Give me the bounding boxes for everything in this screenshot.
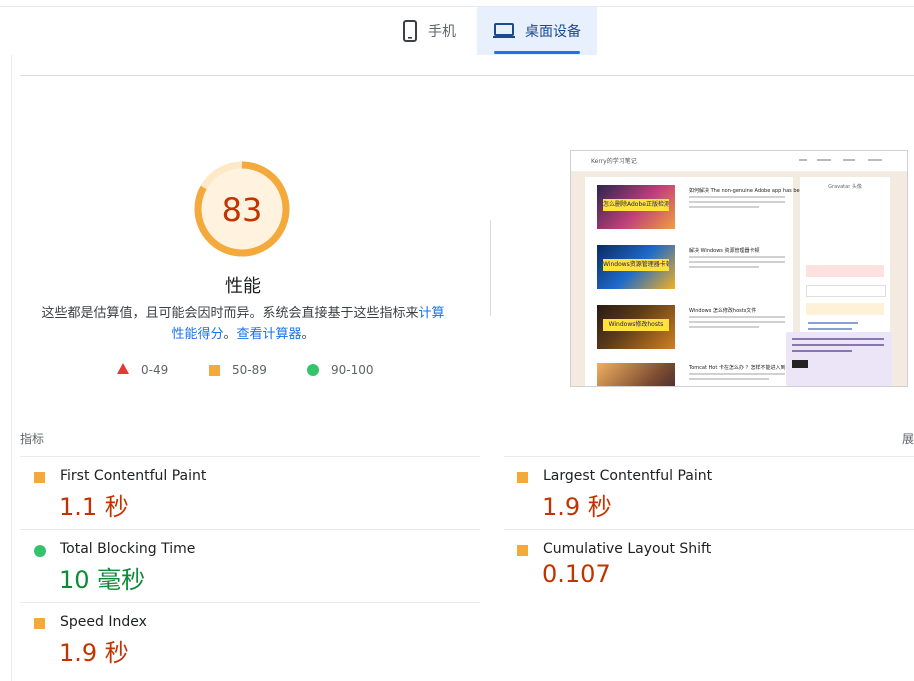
metric-first-contentful-paint: First Contentful Paint 1.1 秒 <box>20 457 470 529</box>
square-icon <box>34 472 45 483</box>
legend-average-range: 50-89 <box>232 363 267 377</box>
post-text-line <box>689 256 785 258</box>
laptop-icon <box>493 23 515 39</box>
cookie-text-line <box>792 350 852 352</box>
metric-name: Speed Index <box>60 614 147 630</box>
sidebar-link <box>808 322 858 324</box>
screenshot-nav-item <box>843 159 855 161</box>
description-mid: 。 <box>223 327 237 342</box>
post-thumbnail: Windows修改hosts <box>597 305 675 349</box>
post-thumbnail: 怎么删除Adobe正版检测服务 <box>597 185 675 229</box>
metric-total-blocking-time: Total Blocking Time 10 毫秒 <box>20 530 470 602</box>
metric-cumulative-layout-shift: Cumulative Layout Shift 0.107 <box>503 530 914 602</box>
left-rule <box>11 55 12 681</box>
screenshot-nav-item <box>799 159 807 161</box>
post-text-line <box>689 206 759 208</box>
metric-value: 10 毫秒 <box>59 566 146 594</box>
post-thumbnail: Windows资源管理器卡顿 <box>597 245 675 289</box>
post-thumbnail <box>597 363 675 386</box>
view-calculator-link[interactable]: 查看计算器 <box>237 327 302 342</box>
post-title: 解决 Windows 资源管理器卡顿 <box>689 248 760 254</box>
post-text-line <box>689 266 759 268</box>
square-icon <box>209 364 220 376</box>
triangle-icon <box>117 363 129 377</box>
metric-value: 0.107 <box>542 560 611 588</box>
legend-fail-range: 0-49 <box>141 363 169 377</box>
post-title: Windows 怎么修改hosts文件 <box>689 308 757 314</box>
post-text-line <box>689 201 785 203</box>
final-screenshot[interactable]: Kerry的学习笔记 怎么删除Adobe正版检测服务 如何解决 The non-… <box>570 150 908 387</box>
square-icon <box>517 545 528 556</box>
performance-description: 这些都是估算值，且可能会因时而异。系统会直接基于这些指标来计算性能得分。查看计算… <box>40 303 446 345</box>
metric-name: First Contentful Paint <box>60 468 207 484</box>
post-text-line <box>689 378 769 380</box>
screenshot-nav-item <box>817 159 831 161</box>
performance-score: 83 <box>221 191 263 229</box>
screenshot-brand: Kerry的学习笔记 <box>591 158 637 165</box>
metric-value: 1.1 秒 <box>59 493 129 521</box>
post-title: Tomcat Hot 卡在怎么办 ？怎样不能进入到... <box>689 365 791 371</box>
post-text-line <box>689 316 785 318</box>
tab-desktop[interactable]: 桌面设备 <box>477 7 597 55</box>
tab-mobile-label: 手机 <box>428 24 456 40</box>
screenshot-nav-item <box>868 159 882 161</box>
metric-largest-contentful-paint: Largest Contentful Paint 1.9 秒 <box>503 457 914 529</box>
legend-pass: 90-100 <box>307 363 374 377</box>
post-text-line <box>689 326 759 328</box>
post-text-line <box>689 196 785 198</box>
metrics-section-label: 指标 <box>20 432 45 446</box>
vertical-divider <box>490 220 491 316</box>
cookie-text-line <box>792 344 884 346</box>
metric-name: Cumulative Layout Shift <box>543 541 712 557</box>
tab-mobile[interactable]: 手机 <box>402 7 456 55</box>
device-tabs: 手机 桌面设备 <box>0 7 914 55</box>
sidebar-widget <box>806 265 884 277</box>
screenshot-main: 怎么删除Adobe正版检测服务 如何解决 The non-genuine Ado… <box>585 177 828 386</box>
sidebar-widget <box>806 303 884 315</box>
metric-speed-index: Speed Index 1.9 秒 <box>20 603 470 675</box>
metric-value: 1.9 秒 <box>542 493 612 521</box>
cookie-accept-button <box>792 360 808 368</box>
post-text-line <box>689 321 785 323</box>
cookie-text-line <box>792 338 884 340</box>
description-end: 。 <box>301 327 315 342</box>
screenshot-header: Kerry的学习笔记 <box>571 151 907 172</box>
square-icon <box>34 618 45 629</box>
legend-fail: 0-49 <box>117 363 168 377</box>
sidebar-search <box>806 285 886 297</box>
post-caption: Windows资源管理器卡顿 <box>603 259 669 271</box>
phone-icon <box>402 20 418 42</box>
sidebar-title: Gravatar 头像 <box>828 184 862 190</box>
legend-average: 50-89 <box>209 363 267 377</box>
square-icon <box>517 472 528 483</box>
post-caption: 怎么删除Adobe正版检测服务 <box>603 199 669 211</box>
description-text: 这些都是估算值，且可能会因时而异。系统会直接基于这些指标来 <box>41 306 419 321</box>
active-tab-indicator <box>494 51 580 54</box>
metric-name: Total Blocking Time <box>60 541 196 557</box>
section-divider <box>20 75 914 76</box>
cookie-banner <box>786 332 892 386</box>
circle-icon <box>34 545 46 557</box>
circle-icon <box>307 364 319 376</box>
legend-pass-range: 90-100 <box>331 363 374 377</box>
post-text-line <box>689 261 785 263</box>
metric-name: Largest Contentful Paint <box>543 468 713 484</box>
post-text-line <box>689 373 785 375</box>
post-caption: Windows修改hosts <box>603 319 669 331</box>
sidebar-link <box>808 328 852 330</box>
expand-view-toggle[interactable]: 展 <box>902 430 914 447</box>
performance-title: 性能 <box>225 276 261 297</box>
metric-value: 1.9 秒 <box>59 639 129 667</box>
tab-desktop-label: 桌面设备 <box>525 24 581 40</box>
